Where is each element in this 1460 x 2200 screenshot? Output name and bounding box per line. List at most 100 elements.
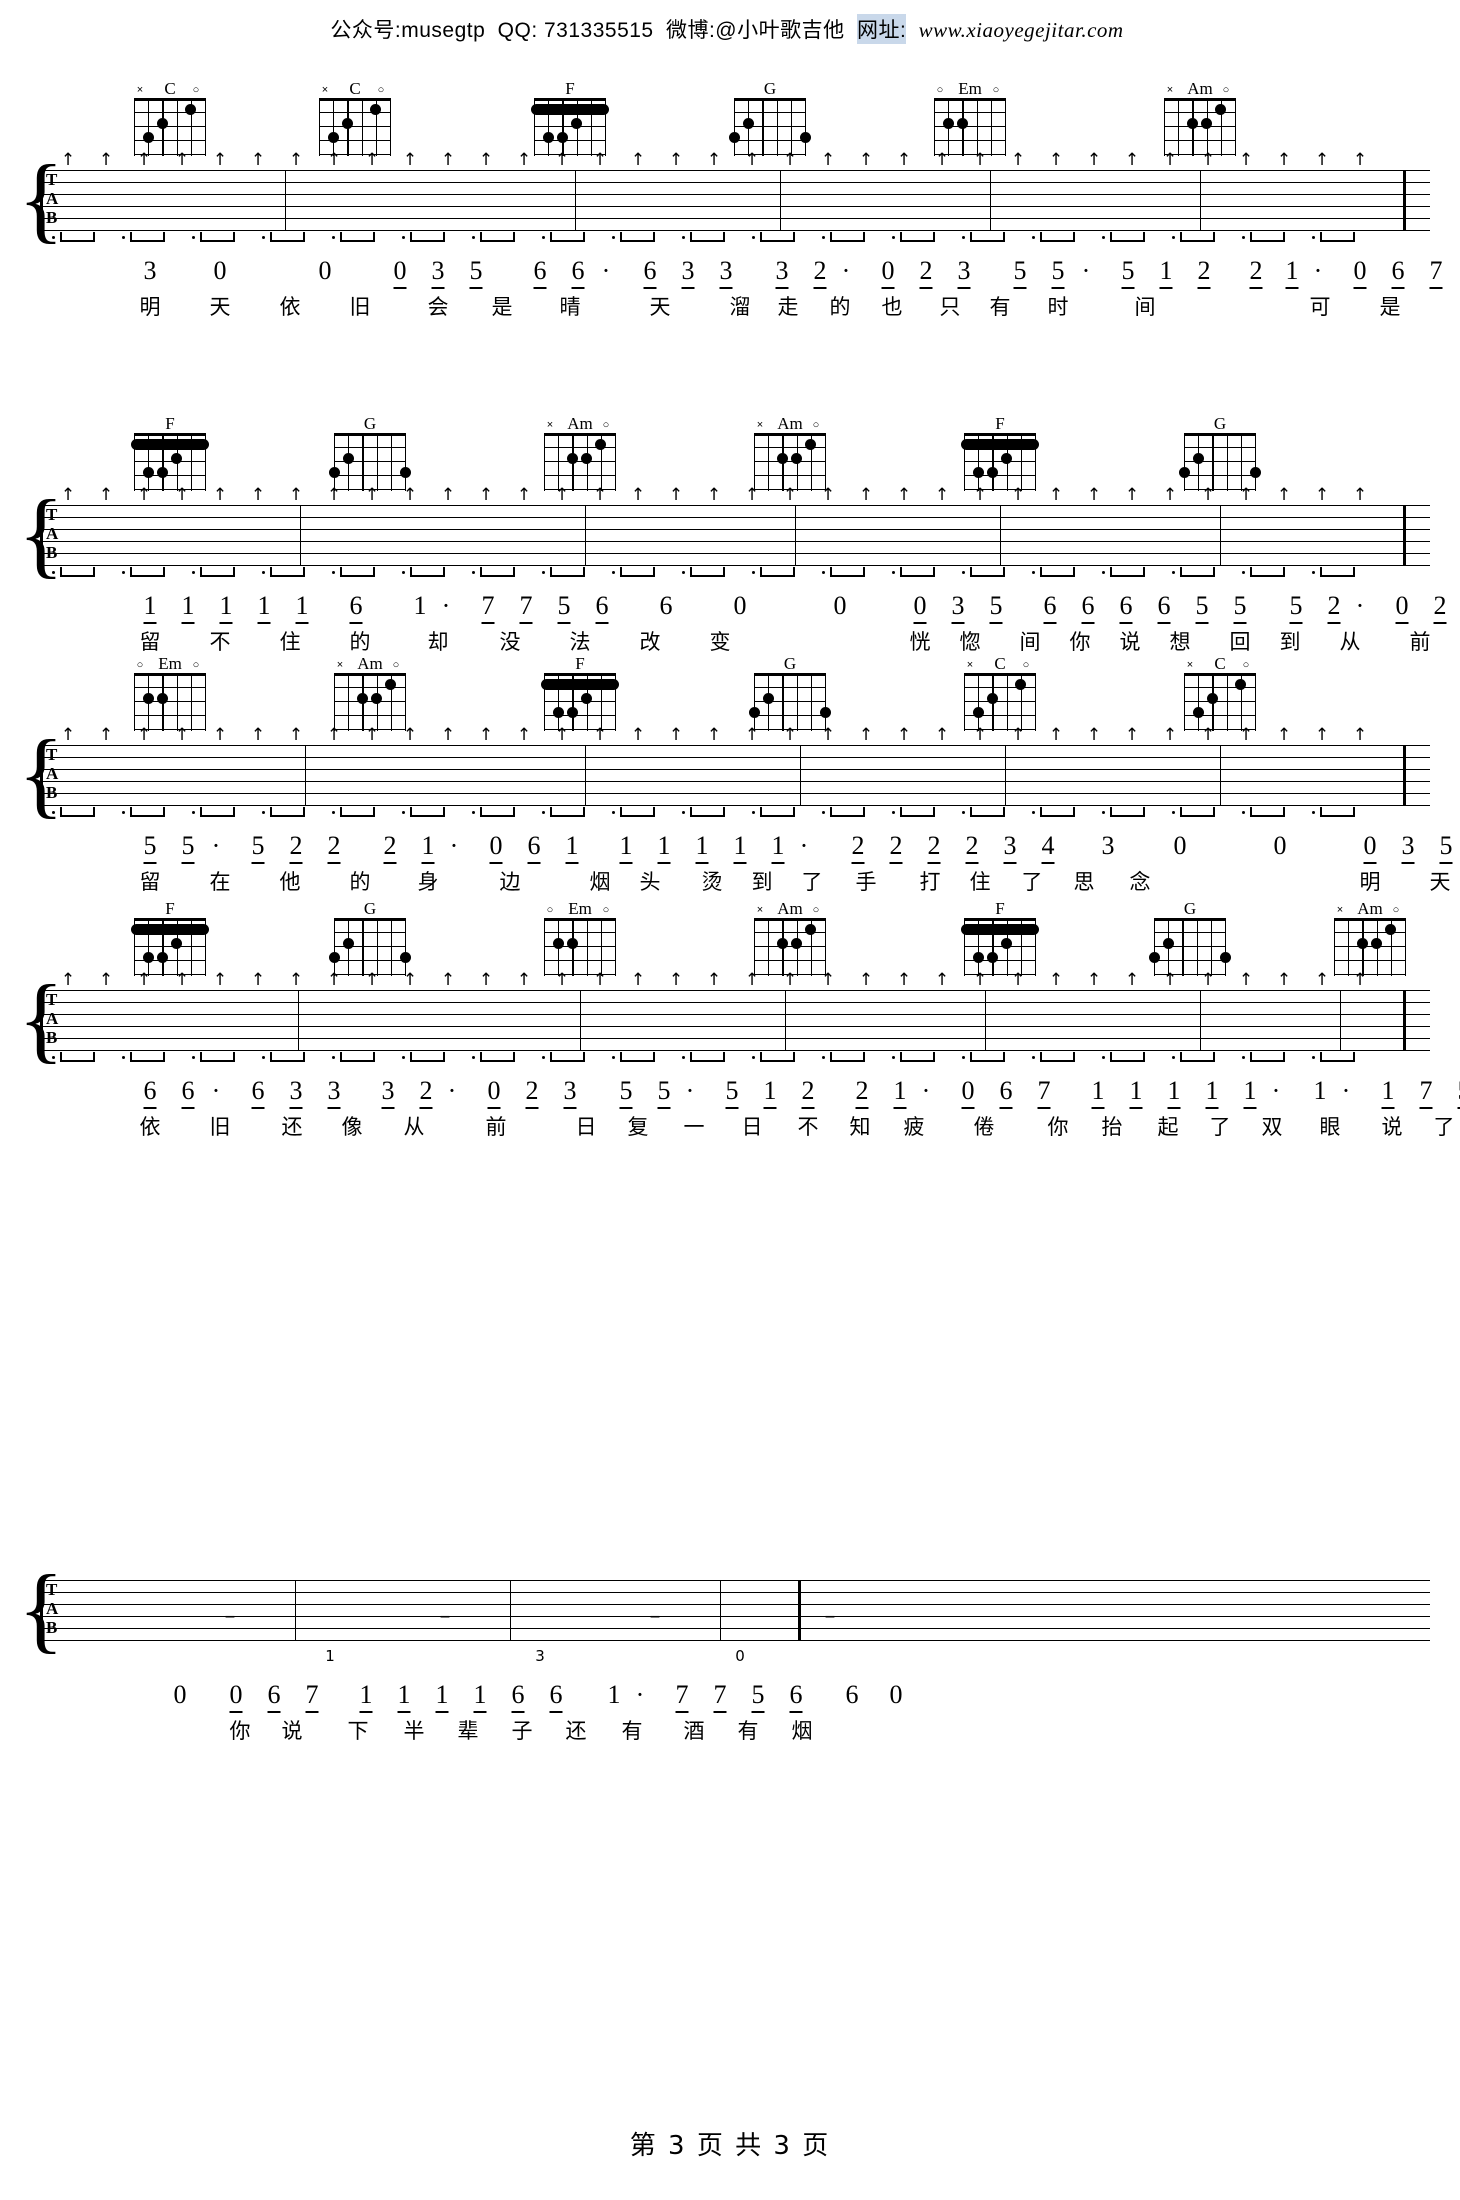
rhythm-stem xyxy=(410,232,412,242)
staff-line xyxy=(40,1628,1430,1630)
rhythm-dot xyxy=(542,571,546,575)
strum-arrow: ↑ xyxy=(478,725,494,745)
melody-number: 0 xyxy=(487,1076,501,1109)
rhythm-stem xyxy=(480,567,482,577)
rhythm-stem xyxy=(1003,1052,1005,1062)
melody-number: 5 xyxy=(1289,591,1303,624)
rhythm-stem xyxy=(620,807,622,817)
melody-number: 2 xyxy=(855,1076,869,1109)
rhythm-dot xyxy=(1032,811,1036,815)
melody-number: 5 xyxy=(1439,831,1453,864)
rhythm-stem xyxy=(583,232,585,242)
rhythm-beam xyxy=(830,240,864,243)
chord-grid xyxy=(748,673,831,731)
strum-arrows: ↑ ↑ ↑ ↑ ↑ ↑ ↑ ↑ ↑ ↑ ↑ ↑ ↑ ↑ ↑ ↑ ↑ ↑ ↑ ↑ ↑ ↑ ↑ ↑ ↑ ↑ ↑ ↑ ↑ ↑ ↑ ↑ ↑ ↑ ↑ xyxy=(40,727,1430,745)
rhythm-beam xyxy=(60,575,94,578)
lyric-word: 烟 xyxy=(791,1719,813,1743)
melody-number: 6 xyxy=(845,1680,859,1709)
rhythm-stem xyxy=(270,567,272,577)
lyric-word: 改 xyxy=(639,630,661,654)
melody-number: 1 xyxy=(733,831,747,864)
melody-numbers: 5 5 · 5 2 2 2 1 · 0 6 1 1 1 1 1 1 · 2 2 2 2 3 4 3 0 0 0 3 5 xyxy=(40,831,1453,865)
melody-number: 5 xyxy=(657,1076,671,1109)
strum-arrow: ↑ xyxy=(554,970,570,990)
strum-arrow: ↑ xyxy=(364,970,380,990)
chord-nut xyxy=(754,433,826,436)
chord-diagram: G xyxy=(1148,900,1232,976)
melody-number: 5 xyxy=(619,1076,633,1109)
rhythm-beam xyxy=(760,575,794,578)
melody-number: 0 xyxy=(833,591,847,620)
chord-finger-dot xyxy=(776,453,788,464)
rhythm-beam xyxy=(410,815,444,818)
lyric-word: 间 xyxy=(1134,295,1156,319)
chord-finger-dot xyxy=(342,453,354,464)
staff-barline xyxy=(580,990,582,1050)
rhythm-dot xyxy=(332,1056,336,1060)
lyric-word: 从 xyxy=(403,1115,425,1139)
strum-arrow: ↑ xyxy=(98,970,114,990)
strum-arrow: ↑ xyxy=(1238,970,1254,990)
lyric-word: 你 xyxy=(229,1719,251,1743)
chord-finger-dot xyxy=(341,118,353,129)
staff-line xyxy=(40,541,1430,543)
strum-arrow: ↑ xyxy=(706,725,722,745)
chord-nut xyxy=(1184,433,1256,436)
staff-barline xyxy=(780,170,782,230)
melody-number: 7 xyxy=(1037,1076,1051,1109)
strum-arrow: ↑ xyxy=(592,725,608,745)
strum-arrow: ↑ xyxy=(630,725,646,745)
rhythm-beam xyxy=(1180,575,1214,578)
staff-line xyxy=(40,1038,1430,1040)
melody-number: 3 xyxy=(957,256,971,289)
rhythm-stem xyxy=(130,567,132,577)
staff-barline xyxy=(1005,745,1007,805)
melody-number: · xyxy=(921,1076,931,1105)
melody-number: 0 xyxy=(733,591,747,620)
rhythm-notation xyxy=(40,807,1430,829)
rhythm-beam xyxy=(410,1060,444,1063)
strum-arrow: ↑ xyxy=(934,485,950,505)
rhythm-stem xyxy=(373,232,375,242)
lyric-word: 辈 xyxy=(457,1719,479,1743)
rhythm-beam xyxy=(830,815,864,818)
chord-mark: × xyxy=(136,84,144,96)
melody-number: 6 xyxy=(659,591,673,620)
chord-finger-dot xyxy=(142,132,154,143)
rhythm-beam xyxy=(1180,815,1214,818)
melody-number: 2 xyxy=(289,831,303,864)
strum-arrow: ↑ xyxy=(516,970,532,990)
chord-finger-dot xyxy=(972,952,984,963)
lyric-word: 间 xyxy=(1019,630,1041,654)
chord-finger-dot xyxy=(370,104,382,115)
staff-barline xyxy=(300,505,302,565)
strum-arrow: ↑ xyxy=(1124,725,1140,745)
rhythm-stem xyxy=(970,232,972,242)
rhythm-stem xyxy=(200,567,202,577)
chord-grid xyxy=(541,673,619,731)
strum-arrow: ↑ xyxy=(136,150,152,170)
strum-arrow: ↑ xyxy=(174,150,190,170)
strum-arrow: ↑ xyxy=(706,485,722,505)
strum-arrow: ↑ xyxy=(1276,485,1292,505)
rhythm-dot xyxy=(682,811,686,815)
rhythm-stem xyxy=(373,807,375,817)
melody-number: 5 xyxy=(1121,256,1135,289)
rhythm-dot xyxy=(262,811,266,815)
rhythm-beam xyxy=(130,1060,164,1063)
rhythm-stem xyxy=(1143,807,1145,817)
chord-mute-open-marks xyxy=(1154,905,1226,917)
strum-arrow: ↑ xyxy=(212,970,228,990)
lyric-word: 他 xyxy=(279,870,301,894)
melody-number: 1 xyxy=(565,831,579,864)
rhythm-stem xyxy=(1353,1052,1355,1062)
melody-number: 5 xyxy=(1013,256,1027,289)
lyrics-line: 留不住的却没法改变恍惚间你说想回到从前还想 xyxy=(40,629,1431,657)
chord-mark: × xyxy=(966,659,974,671)
lyric-word: 有 xyxy=(989,295,1011,319)
strum-arrow: ↑ xyxy=(668,150,684,170)
strum-arrow: ↑ xyxy=(1086,970,1102,990)
strum-arrow: ↑ xyxy=(782,725,798,745)
chord-finger-dot xyxy=(986,467,998,478)
strum-arrow: ↑ xyxy=(1010,970,1026,990)
